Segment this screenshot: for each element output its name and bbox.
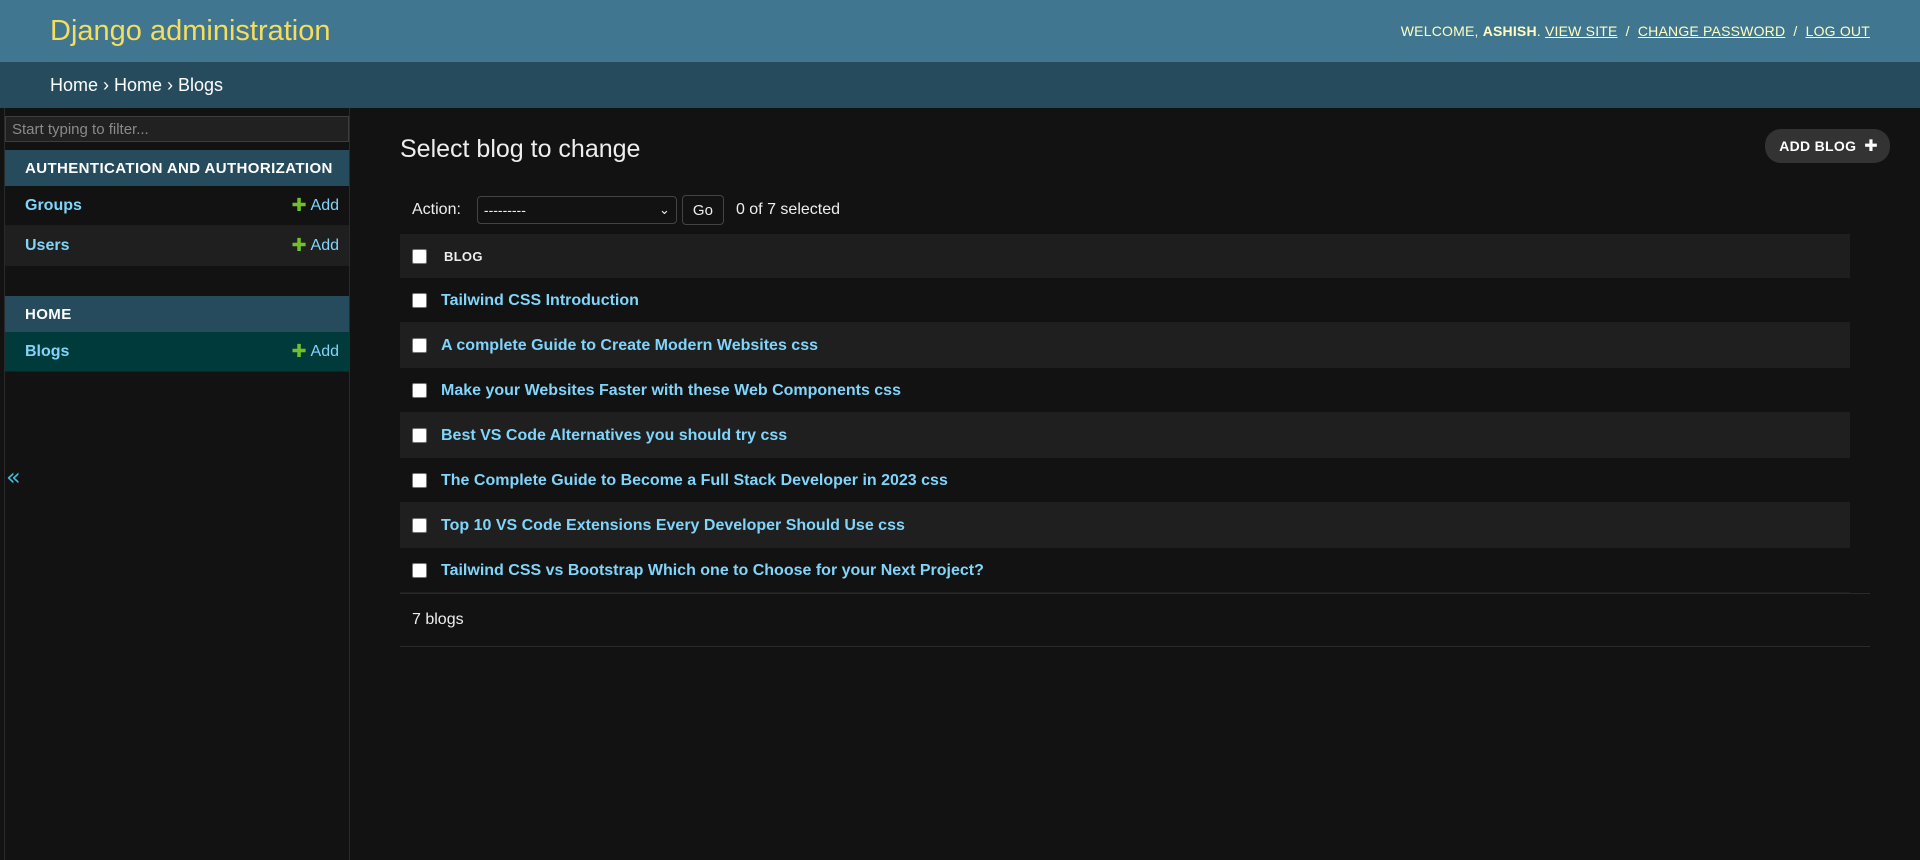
table-row: Make your Websites Faster with these Web… xyxy=(400,367,1850,413)
go-button[interactable]: Go xyxy=(681,195,724,225)
row-checkbox[interactable] xyxy=(412,293,427,309)
breadcrumb-current: Blogs xyxy=(178,74,224,95)
add-blog-label: Add blog xyxy=(1779,138,1857,154)
blog-link[interactable]: A complete Guide to Create Modern Websit… xyxy=(441,337,818,354)
tools-separator: / xyxy=(1625,23,1630,39)
page-title: Select blog to change xyxy=(400,134,641,163)
blogs-link[interactable]: Blogs xyxy=(25,343,69,361)
table-row: Best VS Code Alternatives you should try… xyxy=(400,412,1850,458)
sidebar-item-groups: Groups ✚ Add xyxy=(5,186,349,226)
table-row: Top 10 VS Code Extensions Every Develope… xyxy=(400,502,1850,548)
row-title-cell: Make your Websites Faster with these Web… xyxy=(440,367,1850,413)
select-all-checkbox[interactable] xyxy=(412,249,427,265)
blog-link[interactable]: Tailwind CSS vs Bootstrap Which one to C… xyxy=(441,562,984,579)
selected-count: 0 of 7 selected xyxy=(735,201,841,218)
add-groups-link[interactable]: ✚ Add xyxy=(291,195,339,216)
table-row: The Complete Guide to Become a Full Stac… xyxy=(400,457,1850,503)
module-home: Home Blogs ✚ Add xyxy=(5,296,349,372)
action-selected-value: --------- xyxy=(483,202,526,218)
row-checkbox-cell xyxy=(400,278,440,323)
sidebar-filter-input[interactable] xyxy=(5,116,349,142)
sidebar-toggle-column: « xyxy=(0,108,21,860)
result-list: Blog Tailwind CSS Introduction A complet… xyxy=(400,234,1850,593)
table-row: A complete Guide to Create Modern Websit… xyxy=(400,322,1850,368)
row-checkbox[interactable] xyxy=(412,473,427,489)
row-title-cell: A complete Guide to Create Modern Websit… xyxy=(440,322,1850,368)
row-checkbox[interactable] xyxy=(412,338,427,354)
module-caption[interactable]: Home xyxy=(5,296,349,332)
action-select[interactable]: --------- ⌄ xyxy=(476,196,677,224)
breadcrumb-separator: › xyxy=(103,74,110,95)
row-checkbox-cell xyxy=(400,412,440,458)
plus-icon: ✚ xyxy=(1864,138,1878,155)
column-header-label: Blog xyxy=(444,248,483,264)
welcome-text: Welcome, xyxy=(1400,23,1479,39)
row-checkbox-cell xyxy=(400,457,440,503)
add-label: Add xyxy=(310,196,339,214)
row-title-cell: Top 10 VS Code Extensions Every Develope… xyxy=(440,502,1850,548)
blog-link[interactable]: Make your Websites Faster with these Web… xyxy=(441,382,901,399)
actions-bar: Action: --------- ⌄ Go 0 of 7 selected xyxy=(400,195,1870,225)
header: Django administration Welcome, ashish. V… xyxy=(0,0,1920,62)
sidebar: Authentication and Authorization Groups … xyxy=(5,108,350,860)
row-checkbox-cell xyxy=(400,367,440,413)
view-site-link[interactable]: View site xyxy=(1545,23,1618,39)
log-out-link[interactable]: Log out xyxy=(1806,23,1870,39)
sidebar-item-users: Users ✚ Add xyxy=(5,226,349,266)
add-users-link[interactable]: ✚ Add xyxy=(291,235,339,256)
select-all-cell xyxy=(400,234,440,278)
breadcrumb: Home › Home › Blogs xyxy=(0,62,1920,108)
change-password-link[interactable]: Change password xyxy=(1638,23,1785,39)
user-tools: Welcome, ashish. View site / Change pass… xyxy=(1400,23,1870,39)
row-checkbox-cell xyxy=(400,547,440,593)
tools-separator: / xyxy=(1793,23,1798,39)
breadcrumb-home[interactable]: Home xyxy=(50,75,98,96)
blog-link[interactable]: Top 10 VS Code Extensions Every Develope… xyxy=(441,517,905,534)
row-checkbox[interactable] xyxy=(412,428,427,444)
main-area: « Authentication and Authorization Group… xyxy=(0,108,1920,860)
table-header-row: Blog xyxy=(400,234,1850,278)
add-blog-button[interactable]: Add blog ✚ xyxy=(1765,129,1890,163)
paginator: 7 blogs xyxy=(400,593,1870,647)
action-label: Action: xyxy=(412,201,461,218)
row-checkbox[interactable] xyxy=(412,383,427,399)
table-row: Tailwind CSS vs Bootstrap Which one to C… xyxy=(400,547,1850,593)
row-title-cell: Tailwind CSS vs Bootstrap Which one to C… xyxy=(440,547,1850,593)
module-caption[interactable]: Authentication and Authorization xyxy=(5,150,349,186)
row-title-cell: The Complete Guide to Become a Full Stac… xyxy=(440,457,1850,503)
sidebar-item-blogs: Blogs ✚ Add xyxy=(5,332,349,372)
breadcrumb-separator: › xyxy=(167,74,174,95)
column-header-blog[interactable]: Blog xyxy=(440,234,1850,278)
breadcrumb-app-home[interactable]: Home xyxy=(114,75,162,96)
blog-link[interactable]: Tailwind CSS Introduction xyxy=(441,292,639,309)
row-checkbox-cell xyxy=(400,322,440,368)
chevron-down-icon: ⌄ xyxy=(659,202,670,217)
content: Select blog to change Add blog ✚ Action:… xyxy=(350,108,1920,860)
row-title-cell: Tailwind CSS Introduction xyxy=(440,278,1850,323)
collapse-sidebar-icon[interactable]: « xyxy=(6,463,21,491)
add-blogs-link[interactable]: ✚ Add xyxy=(291,341,339,362)
site-brand[interactable]: Django administration xyxy=(50,15,330,48)
plus-icon: ✚ xyxy=(291,235,307,255)
username: ashish xyxy=(1482,23,1537,39)
groups-link[interactable]: Groups xyxy=(25,197,82,215)
row-title-cell: Best VS Code Alternatives you should try… xyxy=(440,412,1850,458)
plus-icon: ✚ xyxy=(291,341,307,361)
add-label: Add xyxy=(310,342,339,360)
row-checkbox[interactable] xyxy=(412,518,427,534)
row-checkbox[interactable] xyxy=(412,563,427,579)
add-label: Add xyxy=(310,236,339,254)
blog-link[interactable]: Best VS Code Alternatives you should try… xyxy=(441,427,787,444)
plus-icon: ✚ xyxy=(291,195,307,215)
blog-link[interactable]: The Complete Guide to Become a Full Stac… xyxy=(441,472,948,489)
page-title-row: Select blog to change Add blog ✚ xyxy=(400,128,1890,164)
row-checkbox-cell xyxy=(400,502,440,548)
table-row: Tailwind CSS Introduction xyxy=(400,278,1850,323)
users-link[interactable]: Users xyxy=(25,237,69,255)
module-auth: Authentication and Authorization Groups … xyxy=(5,150,349,266)
